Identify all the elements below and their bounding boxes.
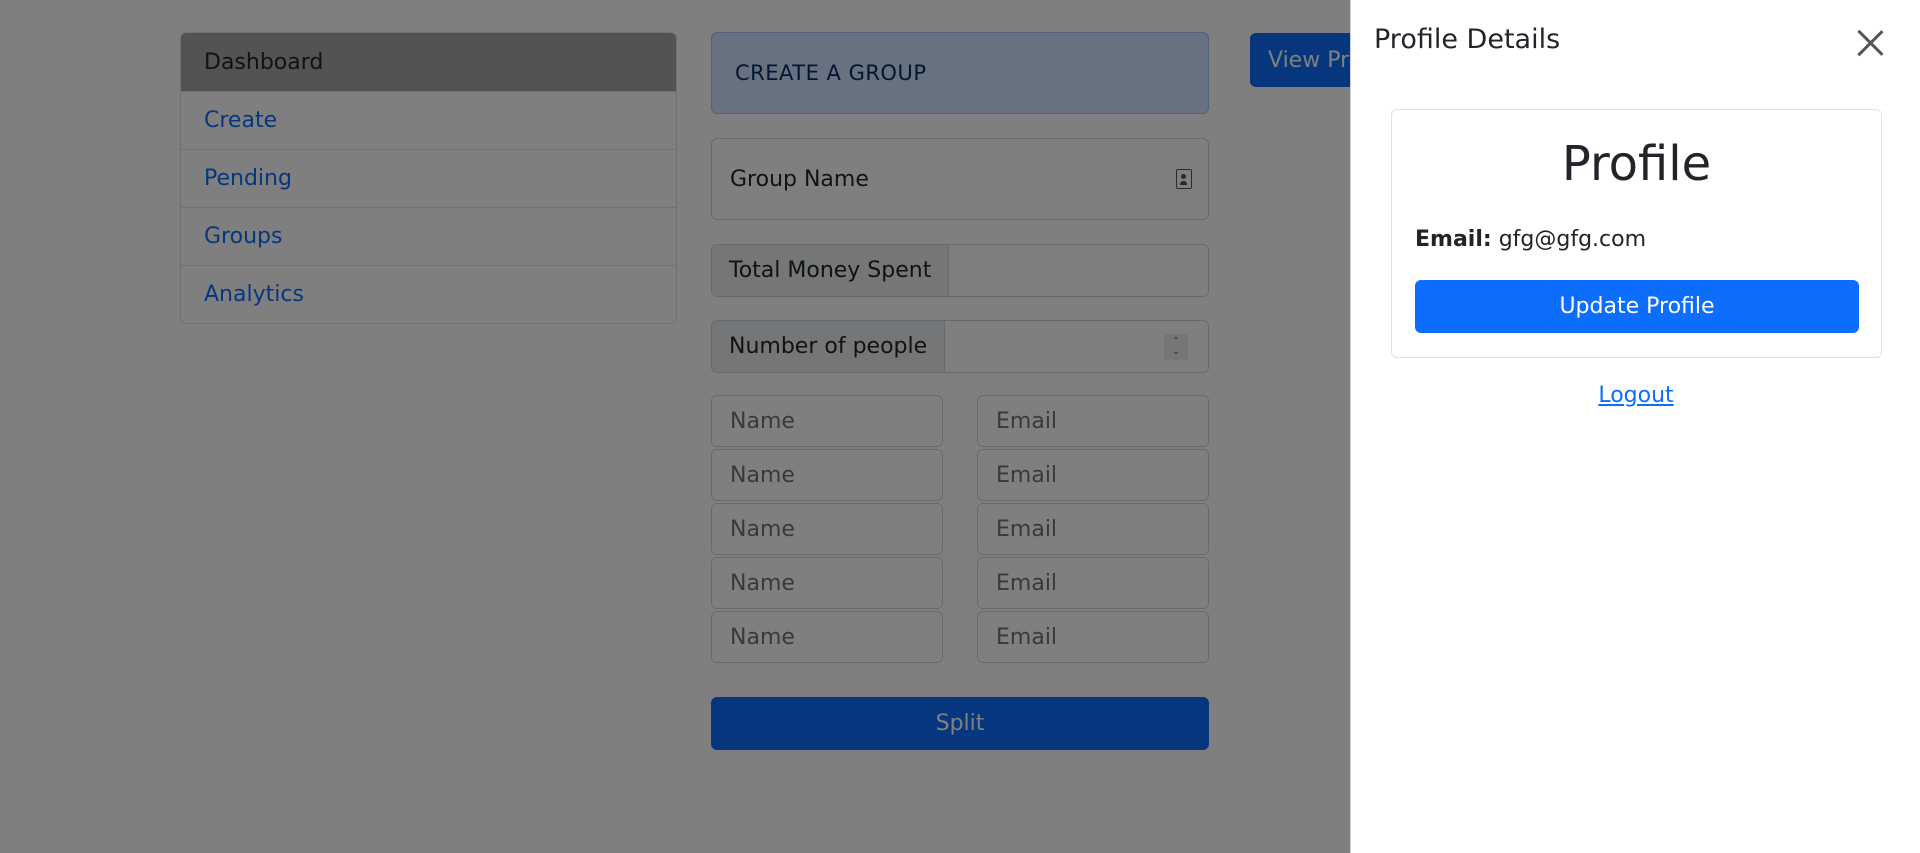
logout-link-text[interactable]: Logout: [1598, 383, 1673, 408]
profile-heading: Profile: [1561, 136, 1712, 192]
email-label: Email:: [1415, 227, 1492, 252]
logout-link: Logout: [1351, 383, 1920, 408]
app-page: Dashboard Create Pending Groups Analytic…: [0, 0, 1920, 853]
email-value: gfg@gfg.com: [1498, 227, 1647, 252]
close-icon[interactable]: [1855, 28, 1885, 58]
profile-card: Profile Email: gfg@gfg.com Update Profil…: [1391, 109, 1882, 358]
email-line: Email: gfg@gfg.com: [1415, 227, 1646, 252]
update-profile-button[interactable]: Update Profile: [1415, 280, 1859, 333]
profile-offcanvas: Profile Details Profile Email: gfg@gfg.c…: [1350, 0, 1920, 853]
offcanvas-title: Profile Details: [1374, 24, 1561, 55]
